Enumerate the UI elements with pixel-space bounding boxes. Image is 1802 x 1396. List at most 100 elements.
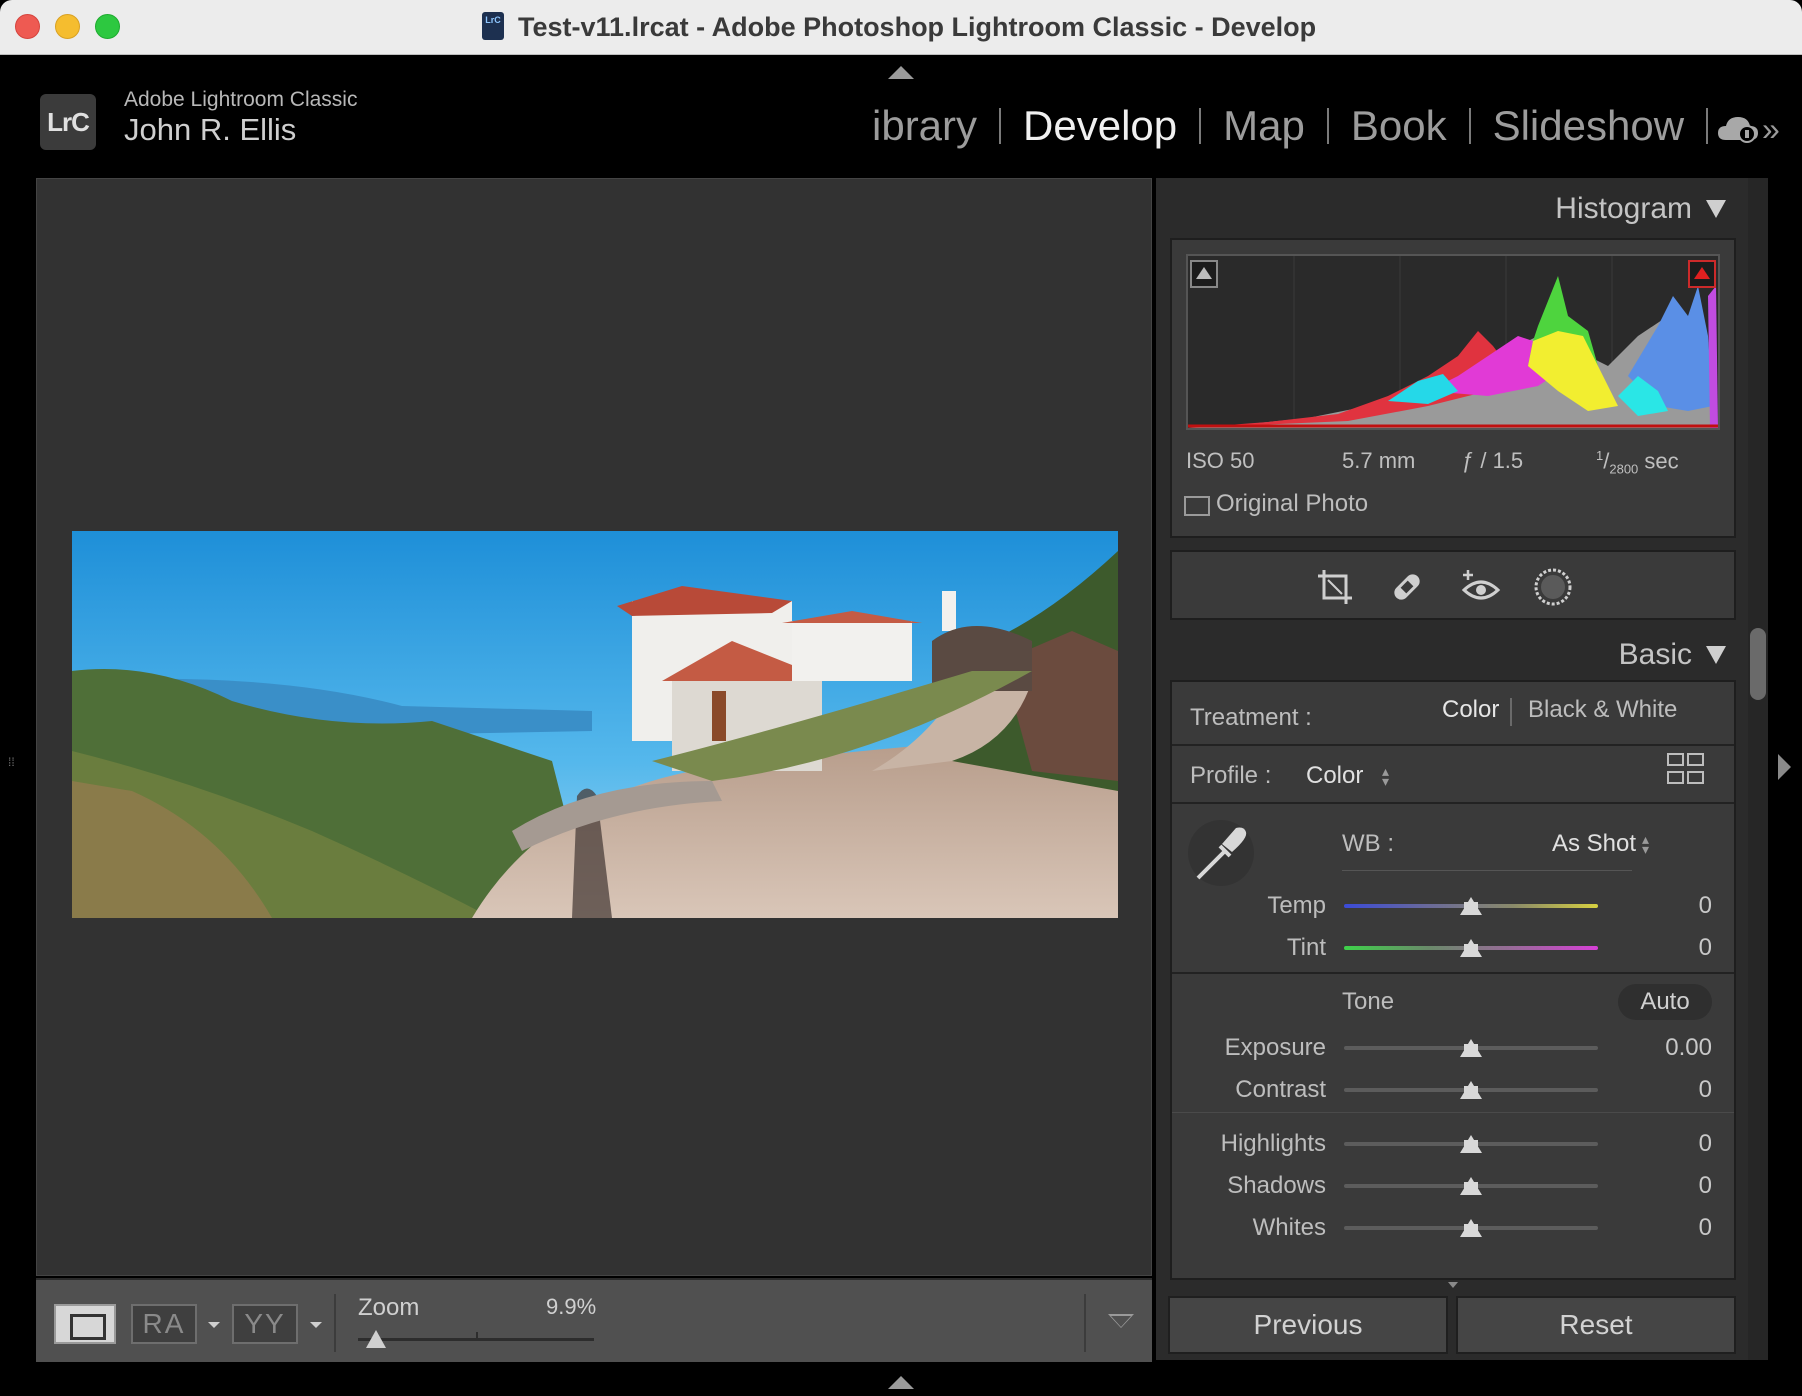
top-panel-collapse-icon[interactable] (888, 66, 914, 79)
histogram-plot[interactable] (1186, 254, 1720, 430)
identity-user: John R. Ellis (124, 112, 297, 147)
highlights-slider-thumb[interactable] (1460, 1135, 1482, 1153)
tint-slider-thumb[interactable] (1460, 939, 1482, 957)
histogram-header[interactable]: Histogram (1555, 192, 1726, 226)
wb-stepper-icon[interactable]: ▴ ▾ (1642, 832, 1649, 856)
profile-value[interactable]: Color (1306, 762, 1363, 790)
profile-browser-icon[interactable] (1666, 752, 1706, 786)
module-book[interactable]: Book (1329, 102, 1469, 150)
lrc-logo: LrC (40, 94, 96, 150)
module-map[interactable]: Map (1201, 102, 1327, 150)
shadow-clipping-toggle[interactable] (1190, 260, 1218, 288)
tone-label: Tone (1342, 988, 1395, 1015)
treatment-bw-option[interactable]: Black & White (1528, 696, 1677, 724)
exposure-slider-thumb[interactable] (1460, 1039, 1482, 1057)
contrast-label: Contrast (1235, 1076, 1326, 1103)
right-panel-scrollbar[interactable] (1748, 178, 1768, 1360)
wb-eyedropper-icon[interactable] (1186, 818, 1256, 888)
reset-button[interactable]: Reset (1456, 1296, 1736, 1354)
tint-label: Tint (1286, 934, 1326, 961)
exposure-label: Exposure (1224, 1034, 1326, 1061)
basic-header[interactable]: Basic (1619, 638, 1726, 672)
highlights-label: Highlights (1220, 1130, 1326, 1157)
basic-collapse-icon[interactable] (1706, 646, 1726, 664)
whites-label: Whites (1252, 1214, 1326, 1241)
exif-focal-length: 5.7 mm (1342, 448, 1416, 473)
wb-label: WB : (1342, 830, 1394, 857)
close-window-button[interactable] (15, 14, 40, 39)
module-divider (1706, 108, 1709, 144)
window-title: Test-v11.lrcat - Adobe Photoshop Lightro… (518, 12, 1317, 42)
exif-shutter: 1/2800 sec (1596, 448, 1679, 477)
toolbar-divider (334, 1294, 336, 1352)
masking-icon[interactable] (1532, 566, 1574, 608)
module-develop[interactable]: Develop (1001, 102, 1199, 150)
exif-shutter-numerator: 1 (1596, 448, 1604, 463)
right-panel-scroll-thumb[interactable] (1750, 628, 1766, 700)
treatment-color-option[interactable]: Color (1442, 696, 1499, 724)
loupe-view-button[interactable] (54, 1304, 116, 1344)
more-modules-icon[interactable]: » (1762, 112, 1780, 146)
exif-iso: ISO 50 (1186, 448, 1255, 473)
module-picker: ibrary Develop Map Book Slideshow (850, 102, 1709, 150)
temp-label: Temp (1267, 892, 1326, 919)
left-panel-handle-icon[interactable]: ⁞⁞ (8, 755, 20, 781)
exif-shutter-denominator: 2800 (1609, 461, 1639, 477)
treatment-divider (1510, 698, 1512, 726)
tool-strip (1170, 550, 1736, 620)
profile-stepper-icon[interactable]: ▴ ▾ (1382, 764, 1389, 788)
temp-value[interactable]: 0 (1652, 892, 1712, 920)
swap-dropdown-icon[interactable] (310, 1322, 322, 1328)
contrast-value[interactable]: 0 (1652, 1076, 1712, 1104)
whites-slider-thumb[interactable] (1460, 1219, 1482, 1237)
exposure-value[interactable]: 0.00 (1632, 1034, 1712, 1062)
row-divider (1172, 1112, 1734, 1113)
photo-preview[interactable] (72, 531, 1118, 918)
identity-product: Adobe Lightroom Classic (124, 88, 358, 111)
highlight-clipping-toggle[interactable] (1688, 260, 1716, 288)
module-slideshow[interactable]: Slideshow (1471, 102, 1706, 150)
catalog-file-icon: LrC (482, 12, 504, 40)
before-after-swap-button[interactable]: YY (232, 1304, 298, 1344)
basic-title: Basic (1618, 638, 1692, 671)
crop-icon[interactable] (1314, 566, 1356, 608)
previous-button[interactable]: Previous (1168, 1296, 1448, 1354)
row-divider (1172, 972, 1734, 974)
right-panel-collapse-icon[interactable] (1778, 754, 1791, 780)
module-library[interactable]: ibrary (850, 102, 999, 150)
treatment-label: Treatment : (1190, 704, 1312, 731)
shadows-slider-thumb[interactable] (1460, 1177, 1482, 1195)
whites-value[interactable]: 0 (1652, 1214, 1712, 1242)
contrast-slider-thumb[interactable] (1460, 1081, 1482, 1099)
highlights-value[interactable]: 0 (1652, 1130, 1712, 1158)
original-photo-label: Original Photo (1216, 490, 1369, 517)
temp-slider-thumb[interactable] (1460, 897, 1482, 915)
cloud-sync-icon[interactable] (1716, 112, 1760, 146)
zoom-value: 9.9% (546, 1294, 597, 1319)
zoom-slider-thumb[interactable] (366, 1330, 386, 1348)
histogram-collapse-icon[interactable] (1706, 200, 1726, 218)
before-after-left-right-button[interactable]: RA (131, 1304, 197, 1344)
shadows-value[interactable]: 0 (1652, 1172, 1712, 1200)
minimize-window-button[interactable] (55, 14, 80, 39)
tint-value[interactable]: 0 (1652, 934, 1712, 962)
filmstrip-toolbar: RA YY Zoom 9.9% (36, 1278, 1152, 1362)
original-photo-checkbox[interactable] (1184, 496, 1210, 516)
zoom-slider-tick (476, 1332, 478, 1340)
red-eye-icon[interactable] (1460, 566, 1502, 608)
wb-underline (1342, 870, 1632, 871)
wb-value[interactable]: As Shot (1552, 830, 1636, 858)
exif-shutter-unit: sec (1644, 448, 1679, 474)
bottom-panel-collapse-icon[interactable] (888, 1376, 914, 1389)
zoom-window-button[interactable] (95, 14, 120, 39)
healing-icon[interactable] (1386, 566, 1428, 608)
before-after-dropdown-icon[interactable] (208, 1322, 220, 1328)
right-panel: Histogram ISO 50 5.7 mm ƒ / 1.5 1/2800 s… (1156, 178, 1750, 1360)
histogram-panel: ISO 50 5.7 mm ƒ / 1.5 1/2800 sec Origina… (1170, 238, 1736, 538)
basic-panel: Treatment : Color Black & White Profile … (1170, 680, 1736, 1280)
auto-tone-button[interactable]: Auto (1618, 984, 1712, 1020)
toolbar-content-menu-icon[interactable] (1108, 1314, 1134, 1328)
toolbar-divider (1084, 1294, 1086, 1352)
histogram-title: Histogram (1555, 192, 1692, 225)
window-titlebar: LrC Test-v11.lrcat - Adobe Photoshop Lig… (0, 0, 1802, 55)
